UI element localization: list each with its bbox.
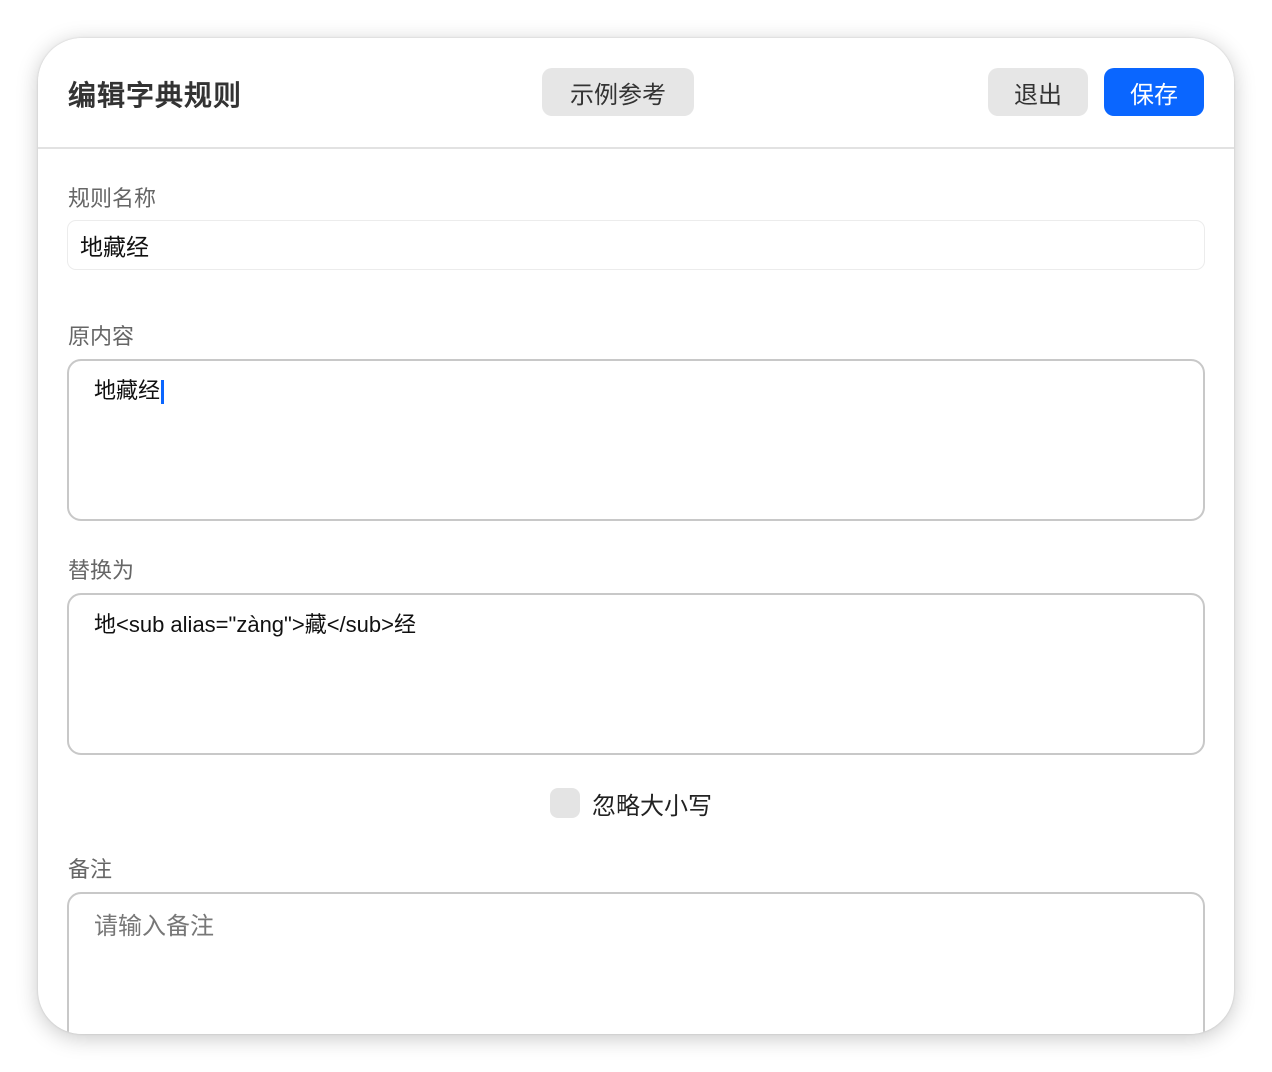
original-content-value: 地藏经 — [94, 378, 161, 403]
note-placeholder: 请输入备注 — [94, 912, 214, 940]
replace-with-textarea[interactable]: 地<sub alias="zàng">藏</sub>经 — [67, 593, 1205, 755]
text-caret — [161, 380, 165, 405]
dialog-header: 编辑字典规则 示例参考 退出 保存 — [38, 38, 1234, 149]
page-title: 编辑字典规则 — [68, 79, 243, 112]
rule-name-value: 地藏经 — [80, 235, 149, 261]
example-reference-button[interactable]: 示例参考 — [542, 68, 694, 116]
note-textarea[interactable]: 请输入备注 — [67, 892, 1205, 1034]
replace-with-label: 替换为 — [68, 559, 135, 584]
note-label: 备注 — [68, 858, 113, 883]
save-button[interactable]: 保存 — [1104, 68, 1204, 116]
exit-button[interactable]: 退出 — [988, 68, 1088, 116]
rule-name-input[interactable]: 地藏经 — [67, 220, 1205, 270]
ignore-case-option[interactable]: 忽略大小写 — [550, 786, 712, 820]
ignore-case-label: 忽略大小写 — [592, 791, 712, 820]
replace-with-value: 地<sub alias="zàng">藏</sub>经 — [94, 612, 416, 637]
edit-rule-dialog: 编辑字典规则 示例参考 退出 保存 规则名称 地藏经 原内容 地藏经 替换为 地… — [38, 38, 1234, 1034]
ignore-case-checkbox[interactable] — [550, 788, 580, 818]
rule-name-label: 规则名称 — [68, 187, 157, 212]
original-content-textarea[interactable]: 地藏经 — [67, 359, 1205, 521]
original-content-label: 原内容 — [68, 325, 135, 350]
